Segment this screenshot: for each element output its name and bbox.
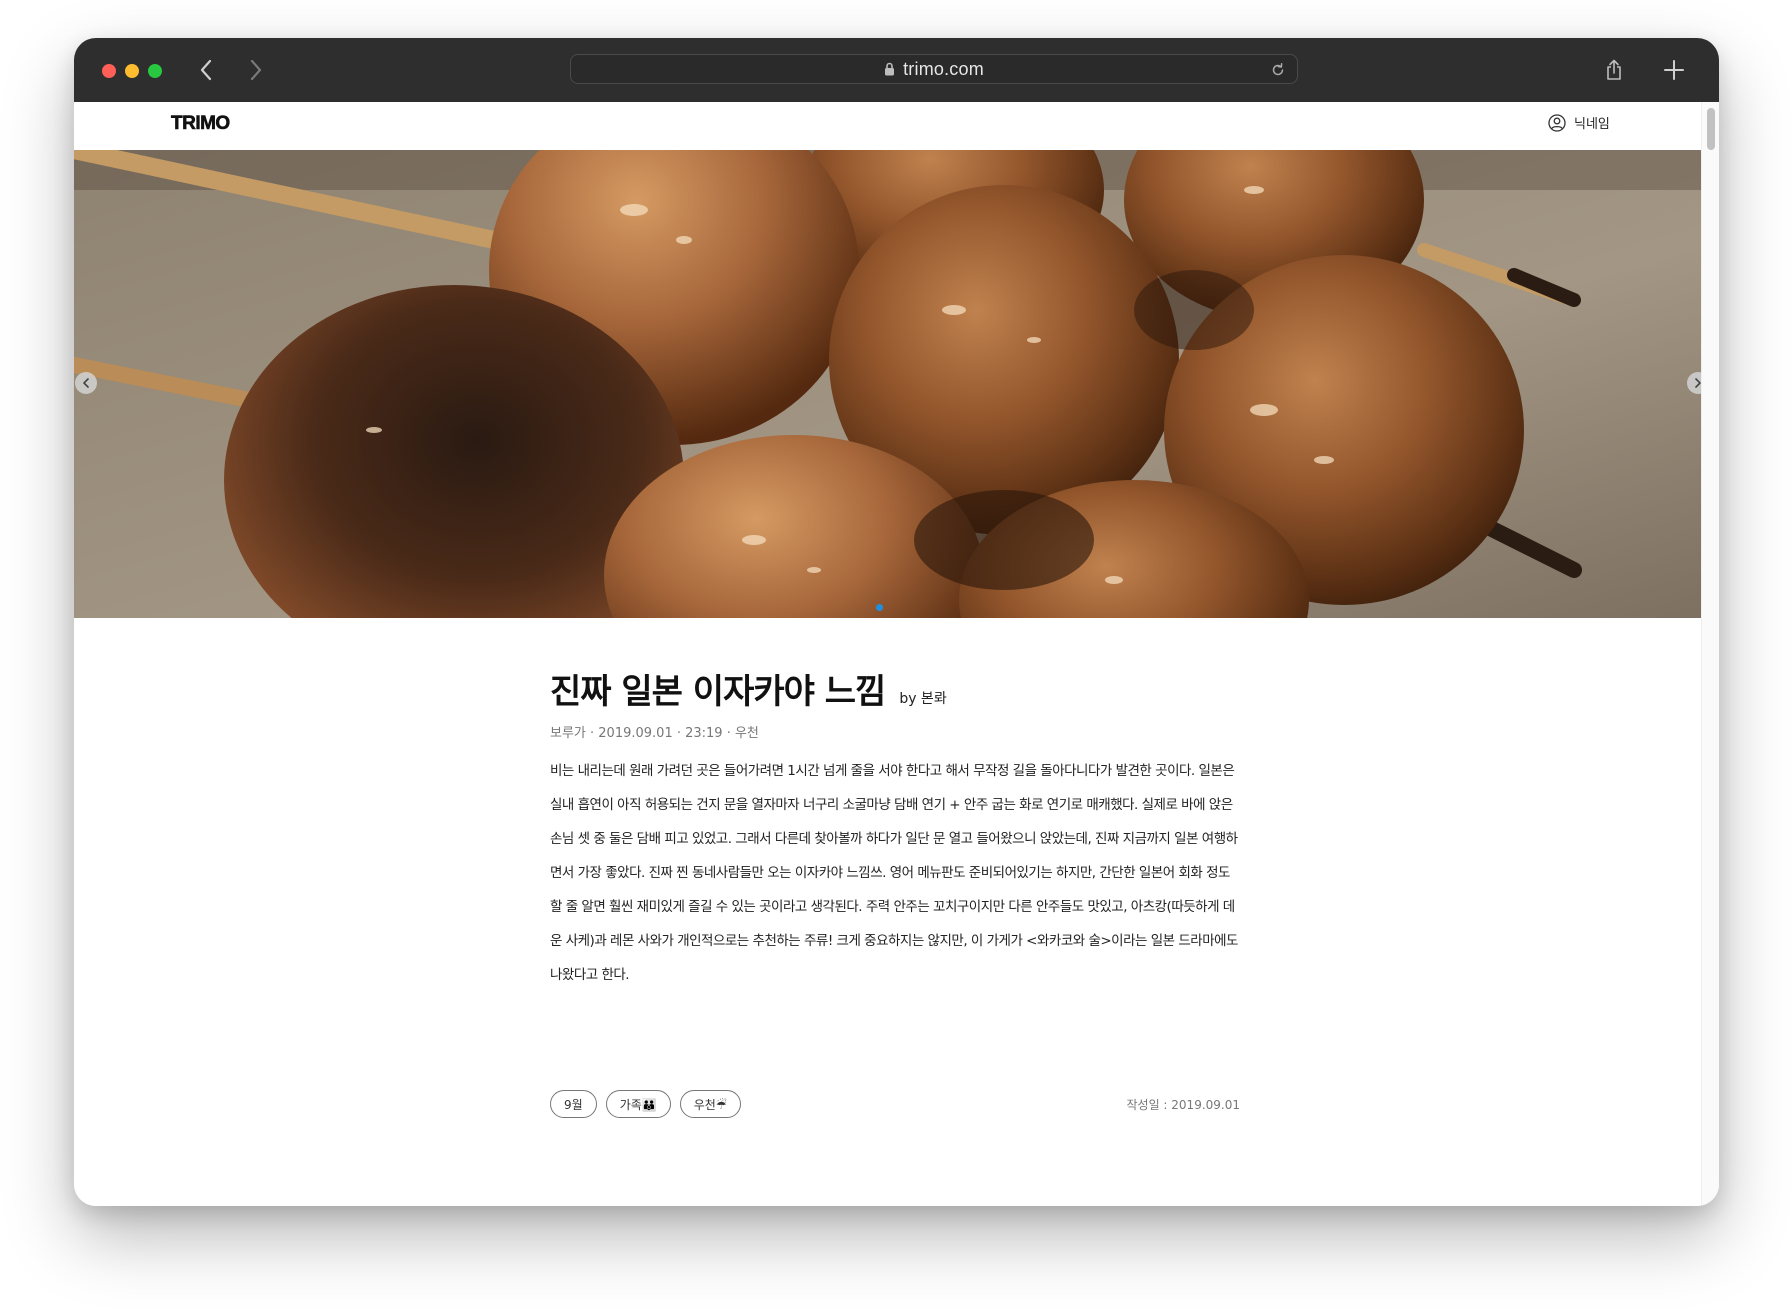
site-header: TRIMO 닉네임 xyxy=(74,102,1701,150)
carousel-indicator-dot[interactable] xyxy=(876,604,883,611)
page-scrollbar[interactable] xyxy=(1701,102,1719,1206)
article-title: 진짜 일본 이자카야 느낌 xyxy=(550,672,886,712)
article-meta: 보루가 · 2019.09.01 · 23:19 · 우천 xyxy=(550,726,759,741)
article-body: 비는 내리는데 원래 가려던 곳은 들어가려면 1시간 넘게 줄을 서야 한다고… xyxy=(550,763,1238,983)
hero-carousel xyxy=(74,150,1701,618)
user-circle-icon xyxy=(1548,113,1566,132)
user-nickname: 닉네임 xyxy=(1574,117,1610,132)
tag-chip[interactable]: 우천☔ xyxy=(679,1090,741,1118)
back-button[interactable] xyxy=(188,52,224,88)
lock-icon xyxy=(885,62,895,76)
zoom-window-button[interactable] xyxy=(148,64,162,78)
reload-icon[interactable] xyxy=(1269,61,1287,79)
share-icon xyxy=(1607,59,1621,80)
chevron-left-icon xyxy=(200,59,212,81)
plus-icon xyxy=(1664,60,1684,80)
close-window-button[interactable] xyxy=(102,64,116,78)
article-byline: by 본롸 xyxy=(899,691,947,707)
browser-toolbar: trimo.com xyxy=(74,38,1719,103)
site-logo[interactable]: TRIMO xyxy=(171,113,231,135)
chevron-right-icon xyxy=(250,59,262,81)
tag-list: 9월 가족👪 우천☔ xyxy=(550,1090,741,1118)
hero-photo xyxy=(74,150,1701,618)
new-tab-button[interactable] xyxy=(1658,54,1690,86)
url-text: trimo.com xyxy=(903,58,984,79)
tag-chip[interactable]: 9월 xyxy=(550,1090,597,1118)
minimize-window-button[interactable] xyxy=(125,64,139,78)
carousel-prev-button[interactable] xyxy=(75,372,97,394)
chevron-right-icon xyxy=(1695,378,1701,388)
browser-window: trimo.com TRIMO 닉네임 진짜 일본 이자카야 느낌 by 본롸 … xyxy=(74,38,1719,1206)
page-content: TRIMO 닉네임 진짜 일본 이자카야 느낌 by 본롸 보루가 · 2019… xyxy=(74,102,1719,1206)
screen: trimo.com TRIMO 닉네임 진짜 일본 이자카야 느낌 by 본롸 … xyxy=(0,0,1791,1315)
title-row: 진짜 일본 이자카야 느낌 by 본롸 xyxy=(550,664,947,713)
tag-chip[interactable]: 가족👪 xyxy=(605,1090,671,1118)
written-date: 작성일 : 2019.09.01 xyxy=(1126,1098,1241,1112)
address-bar-content: trimo.com xyxy=(571,55,1297,83)
share-button[interactable] xyxy=(1598,54,1630,86)
scrollbar-thumb[interactable] xyxy=(1707,108,1715,150)
forward-button[interactable] xyxy=(238,52,274,88)
user-menu[interactable]: 닉네임 xyxy=(1548,113,1610,132)
chevron-left-icon xyxy=(83,378,89,388)
address-bar[interactable]: trimo.com xyxy=(570,54,1298,84)
